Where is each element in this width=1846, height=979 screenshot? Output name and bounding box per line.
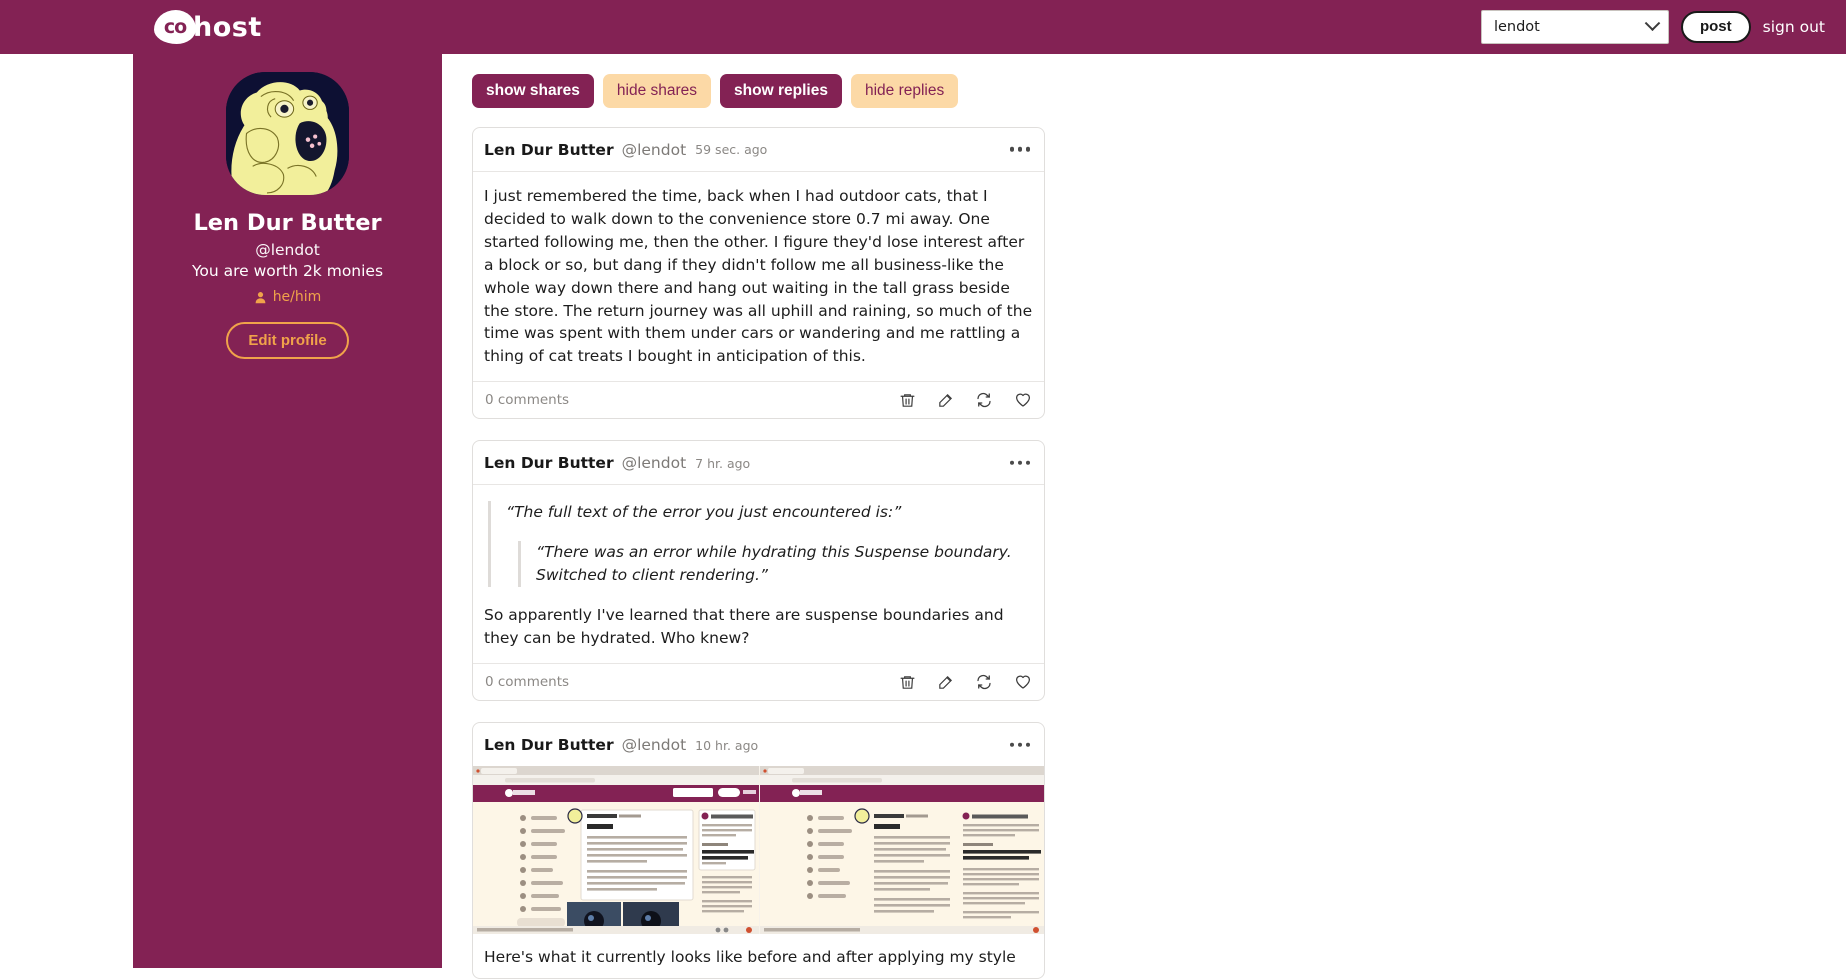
post-card: Len Dur Butter @lendot 59 sec. ago I jus… xyxy=(472,126,1045,420)
post-body: I just remembered the time, back when I … xyxy=(473,170,1044,382)
post-header: Len Dur Butter @lendot 10 hr. ago xyxy=(473,723,1044,766)
quote-inner: “There was an error while hydrating this… xyxy=(518,541,1033,588)
like-icon[interactable] xyxy=(1014,391,1032,409)
profile-bio: You are worth 2k monies xyxy=(191,262,384,280)
post-author-name[interactable]: Len Dur Butter xyxy=(484,141,614,159)
profile-display-name: Len Dur Butter xyxy=(193,210,382,236)
quote-inner-text: “There was an error while hydrating this… xyxy=(536,543,1012,585)
avatar[interactable] xyxy=(226,72,349,195)
post-header: Len Dur Butter @lendot 59 sec. ago xyxy=(473,128,1044,171)
delete-icon[interactable] xyxy=(899,674,916,691)
post-timestamp: 10 hr. ago xyxy=(695,737,759,753)
post-timestamp: 7 hr. ago xyxy=(695,455,751,471)
cohost-logo[interactable]: co host xyxy=(154,10,262,44)
more-options-icon[interactable] xyxy=(1009,460,1030,466)
post-author-name[interactable]: Len Dur Butter xyxy=(484,736,614,754)
post-footer: 0 comments xyxy=(473,663,1044,700)
pronouns-text: he/him xyxy=(272,289,322,305)
sign-out-link[interactable]: sign out xyxy=(1763,18,1825,36)
edit-profile-button[interactable]: Edit profile xyxy=(226,322,349,359)
profile-sidebar: Len Dur Butter @lendot You are worth 2k … xyxy=(133,54,442,968)
hide-replies-button[interactable]: hide replies xyxy=(850,74,959,108)
post-body: “The full text of the error you just enc… xyxy=(473,484,1044,663)
post-footer: 0 comments xyxy=(473,381,1044,418)
edit-icon[interactable] xyxy=(937,674,954,691)
quote-outer: “The full text of the error you just enc… xyxy=(488,501,1033,588)
post-author-handle[interactable]: @lendot xyxy=(622,454,687,472)
feed-filter-row: show shares hide shares show replies hid… xyxy=(472,74,1045,108)
profile-pronouns: he/him xyxy=(133,289,442,305)
post-author-name[interactable]: Len Dur Butter xyxy=(484,454,614,472)
avatar-artwork-icon xyxy=(226,72,349,195)
post-author-handle[interactable]: @lendot xyxy=(622,736,687,754)
post-actions xyxy=(899,673,1032,691)
post-author-handle[interactable]: @lendot xyxy=(622,141,687,159)
post-image[interactable] xyxy=(473,766,1045,934)
page-body: Len Dur Butter @lendot You are worth 2k … xyxy=(0,54,1846,979)
post-timestamp: 59 sec. ago xyxy=(695,142,768,158)
quote-outer-text: “The full text of the error you just enc… xyxy=(506,503,902,522)
edit-icon[interactable] xyxy=(937,392,954,409)
post-card: Len Dur Butter @lendot 7 hr. ago “The fu… xyxy=(472,440,1045,701)
logo-wordmark: host xyxy=(193,11,262,43)
header-actions: lendot post sign out xyxy=(1480,0,1825,54)
post-caption: Here's what it currently looks like befo… xyxy=(484,948,1016,966)
delete-icon[interactable] xyxy=(899,392,916,409)
account-select[interactable]: lendot xyxy=(1480,10,1669,44)
more-options-icon[interactable] xyxy=(1009,742,1030,747)
show-replies-button[interactable]: show replies xyxy=(720,74,842,108)
person-icon xyxy=(255,291,266,303)
account-select-value: lendot xyxy=(1493,19,1540,35)
post-button[interactable]: post xyxy=(1680,10,1751,44)
share-icon[interactable] xyxy=(975,391,993,409)
comment-count[interactable]: 0 comments xyxy=(485,392,569,408)
logo-mark-text: co xyxy=(163,15,187,38)
more-options-icon[interactable] xyxy=(1009,147,1030,152)
post-text: I just remembered the time, back when I … xyxy=(484,186,1033,366)
post-card: Len Dur Butter @lendot 10 hr. ago Here's… xyxy=(472,722,1045,979)
logo-egg-icon: co xyxy=(154,10,196,44)
share-icon[interactable] xyxy=(975,673,993,691)
comment-count[interactable]: 0 comments xyxy=(485,674,569,690)
post-actions xyxy=(899,391,1032,409)
site-header: co host lendot post sign out xyxy=(0,0,1846,54)
post-feed: show shares hide shares show replies hid… xyxy=(472,74,1045,979)
like-icon[interactable] xyxy=(1014,673,1032,691)
main-column: show shares hide shares show replies hid… xyxy=(442,54,1846,979)
chevron-down-icon xyxy=(1644,14,1661,31)
hide-shares-button[interactable]: hide shares xyxy=(602,74,712,108)
post-header: Len Dur Butter @lendot 7 hr. ago xyxy=(473,441,1044,484)
post-text: So apparently I've learned that there ar… xyxy=(484,606,1004,648)
profile-handle: @lendot xyxy=(255,241,320,259)
show-shares-button[interactable]: show shares xyxy=(472,74,594,108)
